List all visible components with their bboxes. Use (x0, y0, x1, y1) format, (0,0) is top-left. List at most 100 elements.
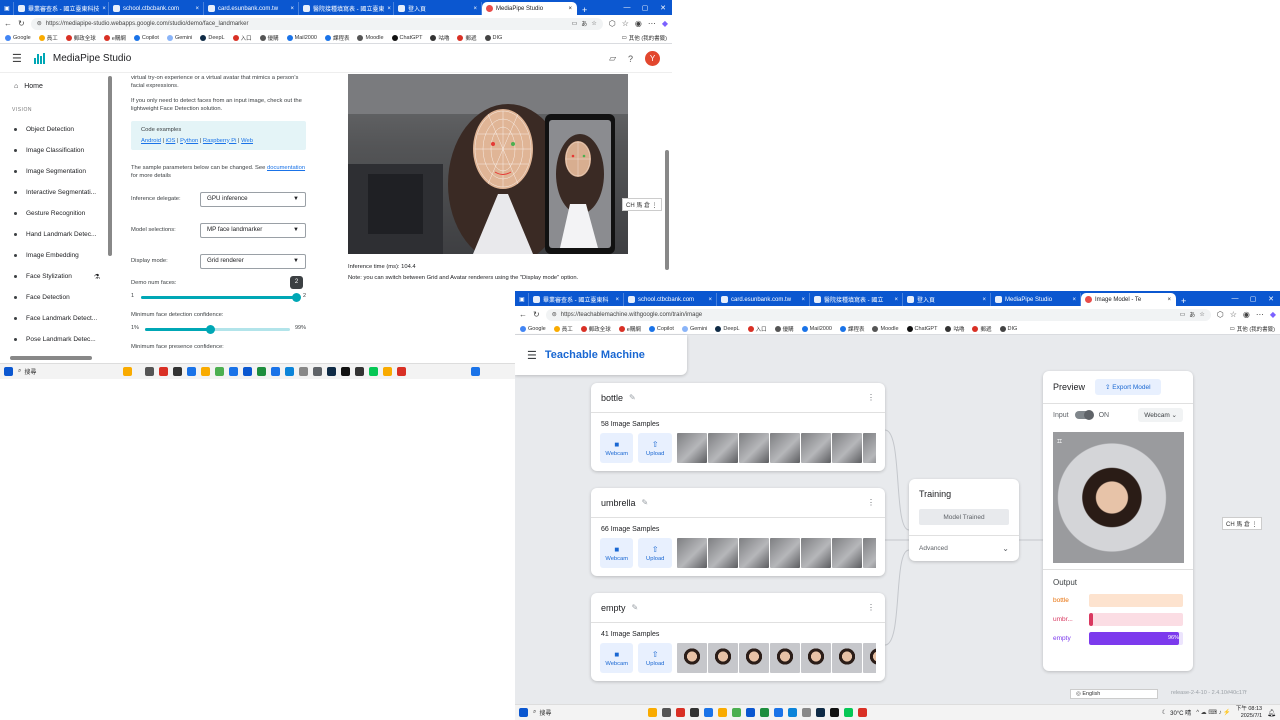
url-field[interactable]: ⊜ https://teachablemachine.withgoogle.co… (545, 308, 1211, 321)
bookmark-item[interactable]: 課程表 (324, 34, 349, 42)
bookmark-item[interactable]: 入口 (747, 325, 767, 333)
sample-thumbnail[interactable] (800, 643, 831, 673)
browser-tab[interactable]: school.ctbcbank.com × (624, 293, 717, 306)
close-window-icon[interactable]: ✕ (654, 4, 672, 12)
webcam-button[interactable]: ■ Webcam (600, 433, 634, 463)
minimize-icon[interactable]: — (1226, 295, 1244, 302)
num-faces-slider[interactable]: 1 2 2 (131, 275, 306, 305)
bookmark-item[interactable]: 郵政全球 (580, 325, 611, 333)
app-icon[interactable] (704, 708, 713, 717)
bookmark-item[interactable]: 咕嚕 (430, 34, 449, 42)
profile-icon[interactable]: ◉ (635, 19, 642, 28)
sample-thumbnail[interactable] (862, 433, 876, 463)
bookmark-item[interactable]: 郵遞 (972, 325, 992, 333)
app-icon[interactable] (690, 708, 699, 717)
sidebar-item-gesture-recognition[interactable]: Gesture Recognition (0, 203, 114, 224)
url-field[interactable]: ⊜ https://mediapipe-studio.webapps.googl… (30, 17, 603, 30)
link-ios[interactable]: iOS (166, 138, 176, 144)
sample-thumbnail[interactable] (831, 433, 862, 463)
browser-tab-active[interactable]: Image Model - Te × (1081, 293, 1176, 306)
app-icon[interactable] (830, 708, 839, 717)
clock[interactable]: 下午 08:13 2025/7/1 (1236, 706, 1262, 719)
task-view-icon[interactable] (662, 708, 671, 717)
reload-icon[interactable]: ↻ (18, 19, 25, 28)
app-icon[interactable] (299, 367, 308, 376)
app-icon[interactable] (397, 367, 406, 376)
bookmark-item[interactable]: 郵遞 (457, 34, 477, 42)
inference-delegate-select[interactable]: GPU inference ▼ (200, 191, 306, 207)
close-tab-icon[interactable]: × (1164, 297, 1171, 303)
extensions-icon[interactable]: ⬡ (609, 19, 616, 28)
sample-thumbnail[interactable] (738, 538, 769, 568)
new-tab-button[interactable]: + (577, 5, 592, 15)
close-tab-icon[interactable]: × (192, 6, 199, 12)
sample-thumbnails[interactable] (676, 433, 876, 463)
word-icon[interactable] (243, 367, 252, 376)
browser-tab-active[interactable]: MediaPipe Studio × (482, 2, 577, 15)
bookmark-star-icon[interactable]: ☆ (1199, 311, 1204, 318)
close-tab-icon[interactable]: × (470, 6, 477, 12)
bookmark-item[interactable]: Mail2000 (286, 34, 317, 41)
crop-icon[interactable]: ⌗ (1057, 436, 1062, 447)
horizontal-scrollbar[interactable] (10, 356, 92, 360)
ime-toolbar[interactable]: CH 馬 倉 ⋮ (622, 198, 662, 211)
bookmark-item[interactable]: e購網 (103, 34, 126, 42)
edge-icon[interactable] (788, 708, 797, 717)
translate-icon[interactable]: あ (581, 19, 587, 28)
link-raspberry-pi[interactable]: Raspberry Pi (203, 138, 237, 144)
sidebar-item-face-stylization[interactable]: Face Stylization ⚗ (0, 266, 114, 287)
sample-thumbnail[interactable] (800, 433, 831, 463)
hamburger-menu-icon[interactable]: ☰ (527, 349, 537, 362)
sidebar-item-image-segmentation[interactable]: Image Segmentation (0, 161, 114, 182)
sample-thumbnail[interactable] (707, 538, 738, 568)
sidebar-item-interactive-segmentation[interactable]: Interactive Segmentati... (0, 182, 114, 203)
site-info-icon[interactable]: ⊜ (552, 311, 557, 318)
sample-thumbnail[interactable] (769, 538, 800, 568)
back-icon[interactable]: ← (4, 19, 12, 28)
app-icon[interactable] (215, 367, 224, 376)
ime-toolbar[interactable]: CH 馬 倉 ⋮ (1222, 517, 1262, 530)
browser-tab[interactable]: MediaPipe Studio × (991, 293, 1081, 306)
copilot-icon[interactable] (123, 367, 132, 376)
bookmark-item[interactable]: 員工 (38, 34, 58, 42)
bookmark-item[interactable]: Gemini (166, 34, 192, 41)
weather-widget[interactable]: ☾ 30°C 晴 (1162, 708, 1191, 717)
maximize-icon[interactable]: ▢ (636, 4, 654, 12)
browser-tab[interactable]: 醫院接種填寫表 - 國立 × (810, 293, 903, 306)
browser-tab[interactable]: 登入頁 × (394, 2, 482, 15)
bookmark-item[interactable]: 咕嚕 (945, 325, 964, 333)
sample-thumbnail[interactable] (676, 538, 707, 568)
bookmark-item[interactable]: Copilot (133, 34, 159, 41)
sidebar-item-home[interactable]: ⌂ Home (0, 74, 114, 99)
close-tab-icon[interactable]: × (705, 297, 712, 303)
slider-thumb[interactable] (206, 325, 216, 335)
sample-thumbnail[interactable] (769, 643, 800, 673)
input-toggle[interactable] (1074, 410, 1094, 420)
upload-button[interactable]: ⇧ Upload (638, 538, 672, 568)
webcam-button[interactable]: ■ Webcam (600, 538, 634, 568)
app-icon[interactable] (341, 367, 350, 376)
page-scrollbar[interactable] (665, 150, 669, 270)
close-tab-icon[interactable]: × (384, 6, 391, 12)
cast-icon[interactable]: ▭ (572, 20, 578, 27)
detection-confidence-slider[interactable]: 1% 99% (131, 323, 306, 337)
sidebar-item-object-detection[interactable]: Object Detection (0, 119, 114, 140)
browser-tab[interactable]: school.ctbcbank.com × (109, 2, 204, 15)
more-options-icon[interactable]: ⋮ (867, 498, 875, 507)
translate-icon[interactable]: あ (1189, 310, 1195, 319)
bookmark-item[interactable]: 優購 (774, 325, 794, 333)
file-explorer-icon[interactable] (718, 708, 727, 717)
sidebar-item-image-classification[interactable]: Image Classification (0, 140, 114, 161)
chrome-icon[interactable] (159, 367, 168, 376)
favorites-icon[interactable]: ☆ (622, 19, 629, 28)
back-icon[interactable]: ← (519, 310, 527, 319)
file-explorer-icon[interactable] (201, 367, 210, 376)
profile-icon[interactable]: ◉ (1243, 310, 1250, 319)
browser-menu-icon[interactable]: ⋯ (1256, 310, 1264, 319)
bookmark-item[interactable]: DIG (999, 325, 1017, 332)
task-view-icon[interactable] (145, 367, 154, 376)
notification-icon[interactable]: 🔔︎ (1267, 709, 1276, 717)
upload-button[interactable]: ⇧ Upload (638, 433, 672, 463)
browser-tab[interactable]: 畢業審查系 - 國立臺東科技 × (14, 2, 109, 15)
sample-thumbnail[interactable] (738, 433, 769, 463)
